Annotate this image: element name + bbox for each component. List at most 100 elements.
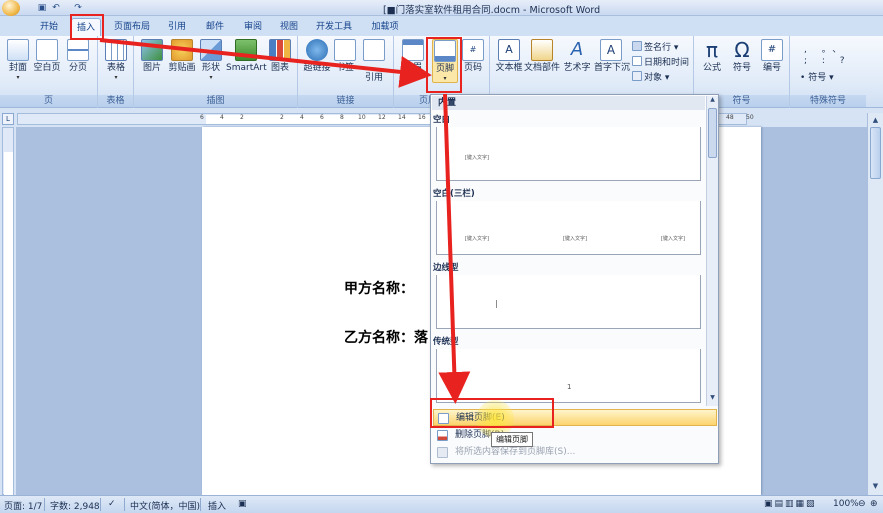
remove-footer-menu-item[interactable]: 删除页脚(R) [433, 427, 717, 444]
object-button[interactable]: 对象 ▾ [632, 70, 669, 83]
window-title: [■门落实室软件租用合同.docm - Microsoft Word [383, 5, 601, 16]
numbering-button[interactable]: # 编号 [758, 39, 786, 74]
datetime-button[interactable]: 日期和时间 [632, 55, 689, 68]
picture-button[interactable]: 图片 [138, 39, 166, 74]
group-label-pages: 页 [0, 95, 97, 107]
bookmark-icon [334, 39, 356, 61]
zoom-in-icon[interactable]: ⊕ [870, 499, 878, 509]
header-button[interactable]: 页眉 [398, 39, 428, 74]
section-traditional-label: 传统型 [433, 337, 459, 347]
gallery-scroll-up-icon[interactable]: ▲ [707, 96, 718, 106]
cover-icon [7, 39, 29, 61]
section-blank-label: 空白 [433, 115, 451, 125]
blank-page-button[interactable]: 空白页 [33, 39, 61, 74]
save-to-gallery-menu-item[interactable]: 将所选内容保存到页脚库(S)... [433, 444, 717, 461]
shapes-icon [200, 39, 222, 61]
tab-review[interactable]: 审阅 [238, 18, 268, 36]
textbox-button[interactable]: A 文本框 [494, 39, 524, 74]
annotation-footer-button [426, 37, 462, 93]
dropcap-button[interactable]: A 首字下沉 [594, 39, 630, 74]
tab-stop-selector[interactable]: L [2, 113, 14, 125]
tab-mailings[interactable]: 邮件 [200, 18, 230, 36]
footer-template-traditional[interactable]: 1 [436, 349, 701, 403]
macro-record-icon[interactable]: ▣ [238, 499, 247, 509]
table-button[interactable]: 表格 ▾ [102, 39, 130, 81]
page-count[interactable]: 页面: 1/7 [4, 499, 42, 512]
smartart-button[interactable]: SmartArt [226, 39, 267, 74]
word-count[interactable]: 字数: 2,948 [50, 499, 100, 512]
shapes-button[interactable]: 形状 ▾ [200, 39, 222, 81]
tab-home[interactable]: 开始 [32, 18, 66, 36]
globe-icon [306, 39, 328, 61]
save-gallery-icon [437, 447, 448, 458]
tab-addins[interactable]: 加载项 [366, 18, 404, 36]
tab-developer[interactable]: 开发工具 [312, 18, 356, 36]
gallery-scroll-thumb[interactable] [708, 108, 717, 158]
party-b-name: 乙方名称：落 [344, 330, 428, 346]
annotation-edit-footer [430, 398, 554, 428]
signature-line-button[interactable]: 签名行 ▾ [632, 40, 678, 53]
bookmark-button[interactable]: 书签 [334, 39, 356, 74]
tab-view[interactable]: 视图 [274, 18, 304, 36]
footer-template-sideline[interactable]: | [436, 275, 701, 329]
crossref-button[interactable]: 引用 [362, 39, 386, 84]
clipart-button[interactable]: 剪贴画 [166, 39, 198, 74]
calendar-icon [632, 56, 642, 66]
smartart-icon [235, 39, 257, 61]
table-icon [105, 39, 127, 61]
remove-footer-icon [437, 430, 448, 441]
chart-button[interactable]: 图表 [268, 39, 292, 74]
gallery-scroll-down-icon[interactable]: ▼ [707, 394, 718, 404]
annotation-insert-tab [70, 14, 104, 40]
group-special-symbols: , 。、 ; : ? • 符号 ▾ 特殊符号 [790, 36, 866, 108]
office-button[interactable] [2, 0, 20, 16]
tab-page-layout[interactable]: 页面布局 [110, 18, 154, 36]
scroll-thumb[interactable] [870, 127, 881, 179]
bullet-icon: • [800, 73, 806, 83]
insert-mode[interactable]: 插入 [208, 499, 226, 512]
document-scrollbar[interactable]: ▲ ▼ [867, 113, 883, 495]
group-label-special: 特殊符号 [790, 95, 866, 107]
section-three-column-label: 空白(三栏) [433, 189, 475, 199]
spellcheck-icon[interactable]: ✓ [108, 499, 116, 509]
symbol-button[interactable]: Ω 符号 [728, 39, 756, 74]
party-a-name: 甲方名称： [344, 281, 414, 297]
view-buttons[interactable]: ▣▤▥▦▧ [764, 499, 817, 509]
vertical-ruler[interactable] [2, 127, 14, 496]
footer-template-blank[interactable]: [键入文字] [436, 127, 701, 181]
group-label-links: 链接 [298, 95, 393, 107]
special-chars-row2[interactable]: ; : ? [804, 56, 851, 66]
pi-icon: π [705, 38, 719, 62]
undo-icon[interactable]: ↶ [50, 2, 62, 14]
hyperlink-button[interactable]: 超链接 [302, 39, 332, 74]
omega-icon: Ω [734, 38, 750, 62]
page-number-button[interactable]: # 页码 [460, 39, 486, 74]
group-tables: 表格 ▾ 表格 [98, 36, 134, 108]
zoom-out-icon[interactable]: ⊖ [858, 499, 866, 509]
save-icon[interactable]: ▣ [36, 2, 48, 14]
group-illustrations: 图片 剪贴画 形状 ▾ SmartArt 图表 插图 [134, 36, 298, 108]
scroll-up-icon[interactable]: ▲ [870, 115, 881, 125]
cover-button[interactable]: 封面 ▾ [4, 39, 32, 81]
scroll-down-icon[interactable]: ▼ [870, 481, 881, 491]
tooltip: 编辑页脚 [491, 432, 533, 447]
zoom-level[interactable]: 100% [833, 499, 859, 509]
language-indicator[interactable]: 中文(简体，中国) [130, 499, 200, 512]
ribbon-tabs: 开始 插入 页面布局 引用 邮件 审阅 视图 开发工具 加载项 [0, 16, 883, 36]
footer-template-three-column[interactable]: [键入文字] [键入文字] [键入文字] [436, 201, 701, 255]
object-icon [632, 71, 642, 81]
page-break-icon [67, 39, 89, 61]
group-pages: 封面 ▾ 空白页 分页 页 [0, 36, 98, 108]
equation-button[interactable]: π 公式 [698, 39, 726, 74]
status-bar: 页面: 1/7 字数: 2,948 ✓ 中文(简体，中国) 插入 ▣ ▣▤▥▦▧… [0, 495, 883, 513]
redo-icon[interactable]: ↷ [72, 2, 84, 14]
special-symbol-button[interactable]: • 符号 ▾ [800, 70, 834, 83]
gallery-scrollbar[interactable]: ▲ ▼ [706, 96, 718, 406]
picture-icon [141, 39, 163, 61]
crossref-icon [363, 39, 385, 61]
page-break-button[interactable]: 分页 [64, 39, 92, 74]
tab-references[interactable]: 引用 [162, 18, 192, 36]
wordart-button[interactable]: A 艺术字 [562, 39, 592, 74]
quickparts-button[interactable]: 文档部件 [524, 39, 560, 74]
special-chars-row1[interactable]: , 。、 [804, 42, 847, 55]
